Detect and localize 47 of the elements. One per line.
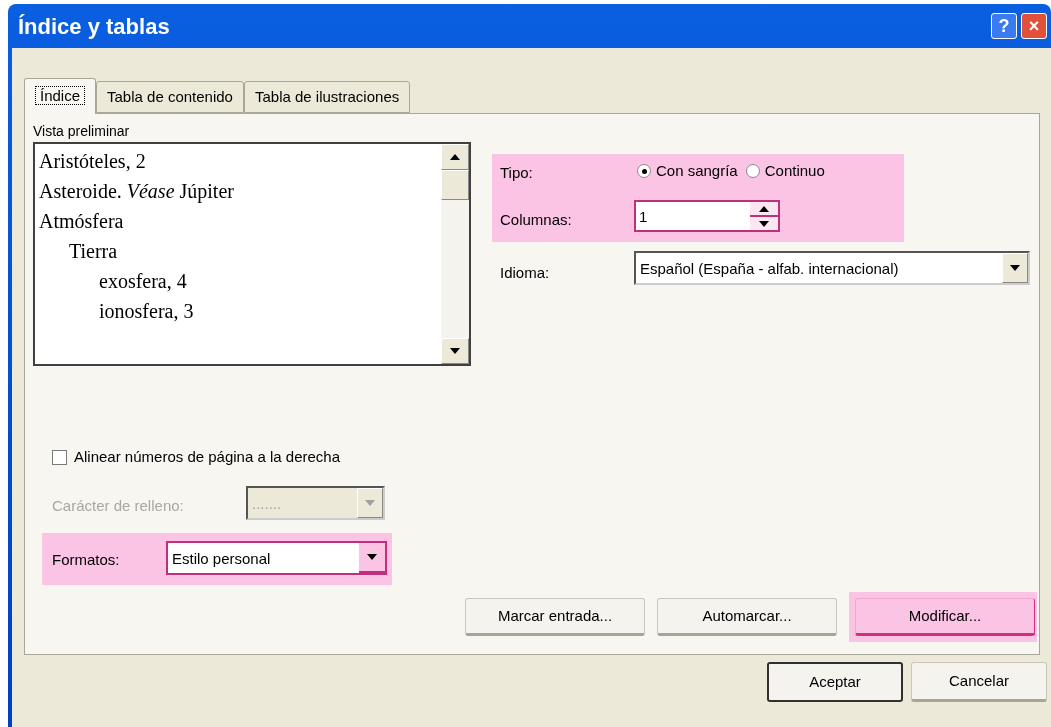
index-entry: exosfera, 4: [99, 269, 187, 294]
action-button[interactable]: Modificar...: [855, 598, 1035, 636]
up-arrow-icon: [759, 205, 769, 212]
index-entry: Aristóteles, 2: [39, 149, 146, 174]
index-entry: Asteroide. Véase Júpiter: [39, 179, 234, 205]
spin-down-button[interactable]: [750, 217, 778, 230]
dropdown-value: .......: [251, 494, 283, 514]
dropdown-value: Estilo personal: [171, 549, 272, 569]
up-arrow-icon: [450, 154, 460, 160]
scrollbar[interactable]: [441, 144, 469, 364]
tab[interactable]: Tabla de contenido: [96, 81, 244, 113]
columns-label: Columnas:: [500, 210, 572, 230]
type-label: Tipo:: [500, 163, 533, 183]
index-entry: Tierra: [69, 239, 118, 264]
close-button[interactable]: ×: [1021, 13, 1047, 39]
down-arrow-icon: [367, 554, 377, 560]
down-arrow-icon: [450, 348, 460, 354]
columns-value: 1: [638, 207, 649, 227]
scroll-down-button[interactable]: [441, 338, 469, 364]
formats-label: Formatos:: [52, 550, 120, 570]
dropdown-button[interactable]: [359, 543, 385, 573]
scroll-up-button[interactable]: [441, 144, 469, 170]
spin-up-button[interactable]: [750, 202, 778, 217]
radio-button[interactable]: Continuo: [745, 160, 825, 183]
language-label: Idioma:: [500, 263, 550, 283]
action-button[interactable]: Marcar entrada...: [465, 598, 645, 636]
scroll-thumb[interactable]: [441, 170, 469, 200]
radio-button[interactable]: Con sangría: [637, 160, 738, 183]
formats-dropdown[interactable]: Estilo personal: [166, 541, 387, 575]
index-entry: ionosfera, 3: [99, 299, 194, 324]
down-arrow-icon: [365, 500, 375, 506]
tab[interactable]: Índice: [24, 78, 97, 114]
fill-character-label: Carácter de relleno:: [52, 496, 184, 516]
columns-spinner[interactable]: 1: [634, 200, 780, 232]
help-button[interactable]: ?: [991, 13, 1017, 39]
window-title: Índice y tablas: [18, 12, 171, 41]
dropdown-value: Español (España - alfab. internacional): [639, 259, 900, 279]
index-entry: Atmósfera: [39, 209, 124, 234]
dialog-button[interactable]: Cancelar: [911, 662, 1047, 702]
preview-label: Vista preliminar: [33, 122, 130, 141]
down-arrow-icon: [1010, 265, 1020, 271]
language-dropdown[interactable]: Español (España - alfab. internacional): [634, 251, 1030, 285]
tab[interactable]: Tabla de ilustraciones: [243, 81, 411, 113]
action-button[interactable]: Automarcar...: [657, 598, 837, 636]
align-numbers-checkbox[interactable]: Alinear números de página a la derecha: [52, 446, 340, 469]
down-arrow-icon: [759, 220, 769, 227]
dialog-button[interactable]: Aceptar: [767, 662, 903, 702]
